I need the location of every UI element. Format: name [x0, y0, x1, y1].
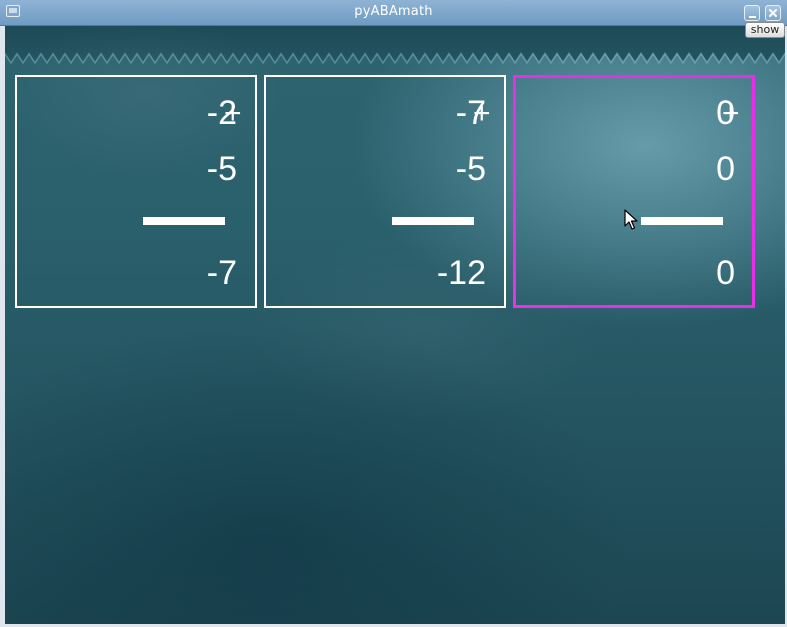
problem-answer: 0	[716, 254, 735, 292]
app-window: pyABAmath -2 + -5 -7 -7 + -5 -12 0 + 0 0…	[0, 0, 787, 627]
close-button[interactable]	[765, 5, 781, 21]
sum-line	[641, 217, 723, 225]
minimize-button[interactable]	[744, 5, 760, 21]
problem-card-2[interactable]: -7 + -5 -12	[264, 75, 506, 308]
chalkboard-canvas: -2 + -5 -7 -7 + -5 -12 0 + 0 0	[5, 26, 785, 624]
mouse-pointer-icon	[624, 209, 638, 230]
title-bar[interactable]: pyABAmath	[0, 0, 787, 26]
problem-answer: -7	[206, 254, 237, 292]
problem-top-operand: 0	[716, 94, 735, 132]
minimize-icon	[749, 16, 756, 18]
plus-operator: +	[722, 97, 740, 130]
problem-top-operand: -2	[206, 94, 237, 132]
problem-answer: -12	[436, 254, 486, 292]
problem-bottom-operand: -5	[455, 150, 486, 188]
sum-line	[143, 217, 225, 225]
plus-operator: +	[224, 97, 242, 130]
show-answer-button[interactable]: show	[745, 22, 785, 38]
torn-paper-edge	[5, 26, 785, 64]
problem-top-operand: -7	[455, 94, 486, 132]
sum-line	[392, 217, 474, 225]
close-icon	[769, 9, 777, 17]
problem-bottom-operand: -5	[206, 150, 237, 188]
plus-operator: +	[473, 97, 491, 130]
problem-bottom-operand: 0	[716, 150, 735, 188]
problem-card-3-selected[interactable]: 0 + 0 0	[513, 75, 755, 308]
problem-card-1[interactable]: -2 + -5 -7	[15, 75, 257, 308]
window-title: pyABAmath	[354, 4, 433, 19]
